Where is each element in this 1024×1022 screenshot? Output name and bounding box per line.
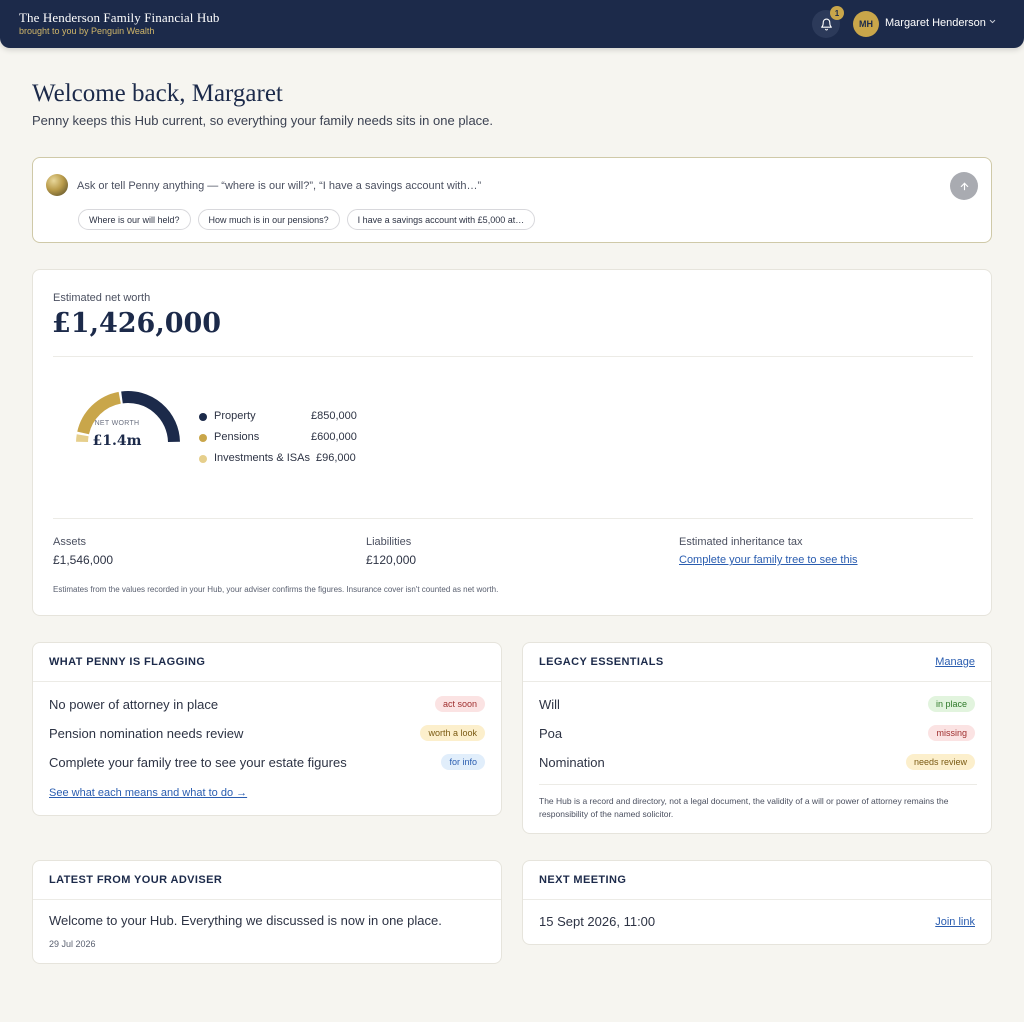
status-badge: in place [927, 696, 975, 712]
legend-item-pensions: Pensions £600,000 [199, 430, 369, 451]
legend-item-property: Property £850,000 [199, 409, 369, 430]
net-worth-label: Estimated net worth [53, 292, 151, 304]
avatar[interactable]: MH [853, 11, 879, 37]
donut-center-value: £1.4m [92, 433, 142, 449]
adviser-message-card: LATEST FROM YOUR ADVISER Welcome to your… [32, 860, 502, 964]
see-what-each-means-link[interactable]: See what each means and what to do → [49, 787, 247, 799]
status-badge: act soon [434, 696, 485, 712]
flag-item[interactable]: Pension nomination needs review worth a … [49, 724, 485, 744]
suggestion-chip[interactable]: Where is our will held? [78, 209, 191, 230]
flag-text: Complete your family tree to see your es… [49, 755, 347, 770]
legacy-item-nomination[interactable]: Nomination needs review [539, 753, 975, 773]
status-badge: worth a look [420, 725, 485, 741]
net-worth-legend: Property £850,000 Pensions £600,000 Inve… [199, 409, 369, 472]
bell-icon [820, 18, 832, 30]
net-worth-value: £1,426,000 [52, 308, 222, 339]
legend-name: Property [214, 410, 256, 422]
legacy-item-label: Poa [539, 726, 563, 741]
page-subtitle: Penny keeps this Hub current, so everyth… [32, 113, 494, 128]
liabilities-label: Liabilities [366, 536, 412, 548]
adviser-message: Welcome to your Hub. Everything we discu… [49, 913, 442, 928]
legend-dot [199, 455, 207, 463]
user-name[interactable]: Margaret Henderson [885, 17, 986, 29]
arrow-up-icon [960, 182, 968, 190]
assets-stat: Assets £1,546,000 [53, 536, 113, 567]
flag-text: Pension nomination needs review [49, 726, 244, 741]
meeting-datetime: 15 Sept 2026, 11:00 [539, 914, 656, 929]
legacy-item-label: Will [539, 697, 560, 712]
chevron-down-icon[interactable] [988, 17, 997, 26]
send-button[interactable] [950, 172, 978, 200]
donut-segment-pensions [77, 391, 122, 435]
legacy-item-will[interactable]: Will in place [539, 695, 975, 715]
donut-center-label: NET WORTH [94, 420, 140, 427]
section-title: WHAT PENNY IS FLAGGING [49, 656, 206, 668]
legacy-essentials-card: LEGACY ESSENTIALS Manage Will in place P… [522, 642, 992, 834]
section-title: NEXT MEETING [539, 874, 627, 886]
divider [53, 518, 973, 519]
legend-dot [199, 434, 207, 442]
legacy-disclaimer: The Hub is a record and directory, not a… [539, 796, 949, 819]
hub-title: The Henderson Family Financial Hub [19, 10, 220, 25]
divider [523, 899, 991, 900]
liabilities-value: £120,000 [366, 553, 417, 567]
divider [33, 899, 501, 900]
suggestion-chip[interactable]: I have a savings account with £5,000 at… [346, 209, 536, 230]
divider [523, 681, 991, 682]
legend-item-investments: Investments & ISAs £96,000 [199, 451, 369, 472]
legacy-item-poa[interactable]: Poa missing [539, 724, 975, 744]
divider [33, 681, 501, 682]
section-title: LATEST FROM YOUR ADVISER [49, 874, 223, 886]
inheritance-tax-label: Estimated inheritance tax [679, 536, 803, 548]
net-worth-note: Estimates from the values recorded in yo… [53, 585, 499, 594]
assets-value: £1,546,000 [53, 553, 114, 567]
legend-name: Pensions [214, 431, 260, 443]
section-title: LEGACY ESSENTIALS [539, 656, 664, 668]
flag-item[interactable]: Complete your family tree to see your es… [49, 753, 485, 773]
legend-name: Investments & ISAs [214, 452, 310, 464]
inheritance-tax-stat: Estimated inheritance tax Complete your … [679, 536, 858, 566]
suggestion-chips: Where is our will held? How much is in o… [78, 209, 536, 230]
adviser-message-date: 29 Jul 2026 [49, 939, 96, 949]
penny-flagging-card: WHAT PENNY IS FLAGGING No power of attor… [32, 642, 502, 816]
ask-penny-input[interactable] [77, 176, 937, 196]
top-bar: The Henderson Family Financial Hub broug… [0, 0, 1024, 48]
net-worth-card: Estimated net worth £1,426,000 NET WORTH… [32, 269, 992, 616]
join-meeting-link[interactable]: Join link [935, 916, 975, 928]
penny-orb-icon [46, 174, 68, 196]
hub-subtitle: brought to you by Penguin Wealth [19, 26, 155, 36]
flag-item[interactable]: No power of attorney in place act soon [49, 695, 485, 715]
complete-family-tree-link[interactable]: Complete your family tree to see this [679, 554, 858, 566]
divider [53, 356, 973, 357]
legend-value: £850,000 [311, 410, 357, 422]
status-badge: for info [441, 754, 485, 770]
ask-penny-box: Where is our will held? How much is in o… [32, 157, 992, 243]
legacy-item-label: Nomination [539, 755, 605, 770]
legend-value: £600,000 [311, 431, 357, 443]
manage-link[interactable]: Manage [935, 656, 975, 668]
assets-label: Assets [53, 536, 87, 548]
page-title: Welcome back, Margaret [32, 80, 283, 107]
status-badge: missing [928, 725, 975, 741]
flag-text: No power of attorney in place [49, 697, 219, 712]
legend-value: £96,000 [316, 452, 356, 464]
notification-count-badge: 1 [830, 6, 844, 20]
status-badge: needs review [905, 754, 975, 770]
next-meeting-card: NEXT MEETING 15 Sept 2026, 11:00 Join li… [522, 860, 992, 945]
liabilities-stat: Liabilities £120,000 [366, 536, 416, 567]
legend-dot [199, 413, 207, 421]
divider [539, 784, 977, 785]
suggestion-chip[interactable]: How much is in our pensions? [197, 209, 340, 230]
